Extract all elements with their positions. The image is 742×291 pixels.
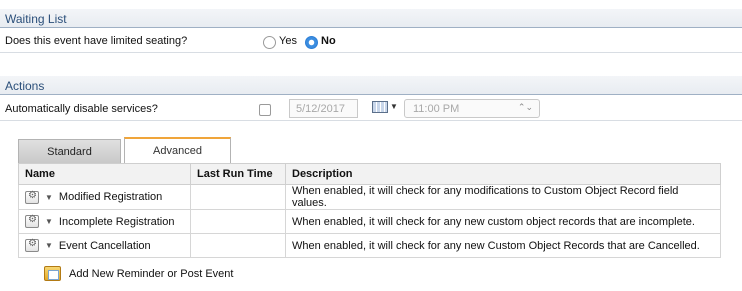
updown-icon: ⌃⌄ [517, 102, 533, 112]
waiting-list-title: Waiting List [5, 12, 67, 26]
reminder-icon[interactable] [25, 214, 39, 228]
tab-advanced[interactable]: Advanced [124, 137, 231, 163]
chevron-down-icon[interactable]: ▼ [45, 241, 53, 250]
row-last-run [190, 233, 286, 258]
column-header-last-run[interactable]: Last Run Time [190, 163, 286, 185]
time-select[interactable]: 11:00 PM ⌃⌄ [404, 99, 540, 118]
add-reminder-link[interactable]: Add New Reminder or Post Event [44, 266, 233, 281]
reminders-table: Name Last Run Time Description ▼ Modifie… [18, 163, 721, 258]
row-description: When enabled, it will check for any modi… [285, 184, 721, 210]
date-input[interactable]: 5/12/2017 [289, 99, 358, 118]
divider [0, 120, 742, 121]
row-name: Event Cancellation [58, 239, 151, 252]
radio-no-label: No [321, 35, 336, 47]
waiting-list-header: Waiting List [0, 9, 742, 28]
table-row[interactable]: ▼ Modified Registration When enabled, it… [18, 184, 721, 210]
chevron-down-icon[interactable]: ▼ [45, 193, 53, 202]
radio-yes-label: Yes [279, 35, 297, 47]
table-row[interactable]: ▼ Incomplete Registration When enabled, … [18, 209, 721, 234]
divider [0, 52, 742, 53]
disable-services-checkbox[interactable] [259, 104, 271, 116]
actions-title: Actions [5, 79, 45, 93]
tab-standard[interactable]: Standard [18, 139, 121, 163]
chevron-down-icon[interactable]: ▼ [390, 102, 398, 111]
column-header-description[interactable]: Description [285, 163, 721, 185]
add-event-icon[interactable] [44, 266, 61, 281]
disable-services-label: Automatically disable services? [5, 103, 158, 115]
row-description: When enabled, it will check for any new … [285, 209, 721, 234]
row-description: When enabled, it will check for any new … [285, 233, 721, 258]
chevron-down-icon[interactable]: ▼ [45, 217, 53, 226]
row-name: Modified Registration [58, 191, 163, 203]
radio-no[interactable] [305, 36, 318, 49]
time-value: 11:00 PM [413, 103, 460, 115]
reminder-icon[interactable] [25, 238, 39, 252]
radio-yes[interactable] [263, 36, 276, 49]
column-header-name[interactable]: Name [18, 163, 191, 185]
row-last-run [190, 184, 286, 210]
calendar-icon[interactable] [372, 101, 388, 113]
table-header-row: Name Last Run Time Description [18, 163, 721, 185]
actions-header: Actions [0, 76, 742, 95]
limited-seating-label: Does this event have limited seating? [5, 35, 188, 47]
row-last-run [190, 209, 286, 234]
row-name: Incomplete Registration [58, 215, 175, 228]
add-reminder-label: Add New Reminder or Post Event [69, 267, 234, 280]
reminder-icon[interactable] [25, 190, 39, 204]
table-row[interactable]: ▼ Event Cancellation When enabled, it wi… [18, 233, 721, 258]
